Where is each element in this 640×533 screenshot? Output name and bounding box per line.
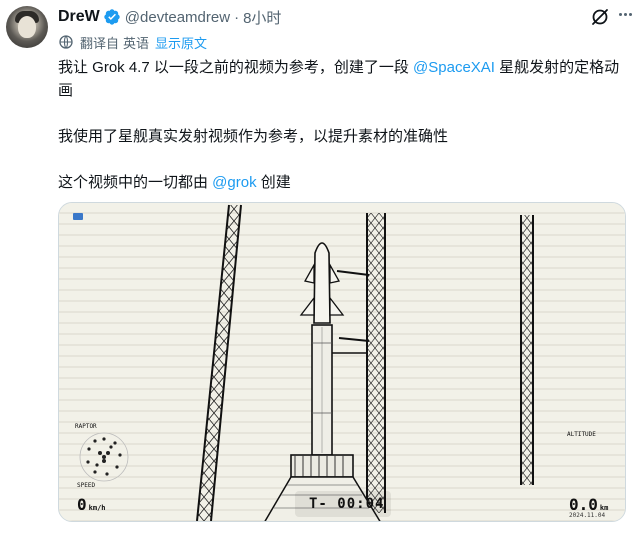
translation-row: 翻译自 英语 显示原文 xyxy=(58,32,207,52)
date-stamp: 2024.11.04 xyxy=(569,512,606,519)
author-name[interactable]: DreW xyxy=(58,8,100,26)
tweet-text: 我让 Grok 4.7 以一段之前的视频为参考，创建了一段 @SpaceXAI … xyxy=(58,56,632,194)
tweet: DreW @devteamdrew · 8小时 翻译自 英语 显示原文 我让 G… xyxy=(0,0,640,533)
tweet-header: DreW @devteamdrew · 8小时 xyxy=(58,6,281,28)
countdown-timer: T- 00:04 xyxy=(309,496,385,512)
raptor-label: RAPTOR xyxy=(75,423,97,430)
show-original-link[interactable]: 显示原文 xyxy=(155,33,207,52)
tweet-time[interactable]: 8小时 xyxy=(243,7,281,28)
tweet-paragraph-3: 这个视频中的一切都由 @grok 创建 xyxy=(58,174,291,191)
source-language: 英语 xyxy=(123,35,150,51)
author-handle[interactable]: @devteamdrew xyxy=(125,9,230,26)
more-icon[interactable] xyxy=(615,4,635,24)
altitude-label: ALTITUDE xyxy=(567,431,596,438)
captions-icon xyxy=(73,213,83,220)
separator-dot: · xyxy=(234,8,240,26)
mention-spacexai[interactable]: @SpaceXAI xyxy=(413,59,495,76)
tweet-paragraph-1: 我让 Grok 4.7 以一段之前的视频为参考，创建了一段 @SpaceXAI … xyxy=(58,59,620,99)
right-tower xyxy=(520,215,534,485)
grok-icon[interactable] xyxy=(590,7,610,27)
avatar[interactable] xyxy=(6,6,48,48)
starship-launch-frame xyxy=(59,203,625,521)
speed-label: SPEED xyxy=(77,482,96,489)
video-player[interactable]: RAPTOR SPEED ALTITUDE 0 km/h T- 00:04 0.0… xyxy=(58,202,626,522)
mention-grok[interactable]: @grok xyxy=(212,174,256,191)
translate-icon xyxy=(59,35,73,49)
translated-from-label: 翻译自 xyxy=(80,35,120,51)
tweet-paragraph-2: 我使用了星舰真实发射视频作为参考，以提升素材的准确性 xyxy=(58,128,449,145)
verified-badge-icon xyxy=(104,9,120,25)
speed-readout: 0 km/h xyxy=(77,495,106,514)
